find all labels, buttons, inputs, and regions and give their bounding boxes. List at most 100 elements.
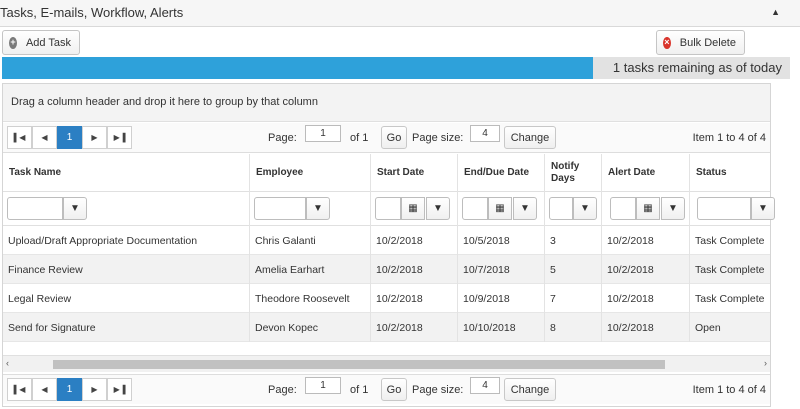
- filter-date-input[interactable]: [375, 197, 401, 220]
- calendar-icon[interactable]: ▦: [636, 197, 660, 220]
- filter-status: ▼: [689, 192, 775, 226]
- filter-icon[interactable]: ▼: [426, 197, 450, 220]
- scroll-left-icon[interactable]: ‹: [6, 358, 9, 368]
- cell-start-date: 10/2/2018: [370, 284, 457, 313]
- page-size-input[interactable]: 4: [470, 377, 500, 394]
- filter-date-input[interactable]: [462, 197, 488, 220]
- cell-end-date: 10/9/2018: [457, 284, 544, 313]
- filter-task-name: ▼: [3, 192, 249, 226]
- filter-icon[interactable]: ▼: [751, 197, 775, 220]
- page-of-label: of 1: [350, 384, 369, 396]
- grid-filter-row: ▼ ▼ ▦ ▼ ▦ ▼ ▼ ▦ ▼ ▼: [3, 192, 775, 226]
- filter-date-input[interactable]: [610, 197, 636, 220]
- filter-input[interactable]: [549, 197, 573, 220]
- cell-start-date: 10/2/2018: [370, 313, 457, 342]
- filter-input[interactable]: [697, 197, 751, 220]
- page-label: Page:: [268, 384, 297, 396]
- horizontal-scrollbar[interactable]: ‹ ›: [3, 355, 770, 372]
- cell-alert-date: 10/2/2018: [601, 313, 689, 342]
- scrollbar-thumb[interactable]: [53, 360, 665, 369]
- header-start-date[interactable]: Start Date: [370, 154, 457, 192]
- page-of-label: of 1: [350, 132, 369, 144]
- cell-task-name: Upload/Draft Appropriate Documentation: [8, 234, 198, 247]
- prev-page-icon[interactable]: ◀: [32, 126, 57, 149]
- cell-employee: Amelia Earhart: [249, 255, 370, 284]
- filter-input[interactable]: [254, 197, 306, 220]
- progress-text: 1 tasks remaining as of today: [612, 60, 782, 75]
- first-page-icon[interactable]: ▌◀: [7, 126, 32, 149]
- filter-employee: ▼: [249, 192, 370, 226]
- add-task-label: Add Task: [25, 36, 71, 49]
- collapse-icon[interactable]: ▲: [771, 7, 780, 17]
- go-button[interactable]: Go: [381, 378, 407, 401]
- header-notify-days[interactable]: Notify Days: [544, 154, 601, 192]
- go-button[interactable]: Go: [381, 126, 407, 149]
- plus-circle-icon: +: [9, 36, 17, 49]
- group-drop-area[interactable]: Drag a column header and drop it here to…: [3, 84, 770, 122]
- header-end-due-date[interactable]: End/Due Date: [457, 154, 544, 192]
- calendar-icon[interactable]: ▦: [488, 197, 512, 220]
- cell-status: Task Complete: [689, 255, 770, 284]
- cell-task-name: Send for Signature: [8, 321, 96, 334]
- x-circle-icon: ×: [663, 36, 671, 49]
- cell-alert-date: 10/2/2018: [601, 284, 689, 313]
- cell-status: Task Complete: [689, 226, 770, 255]
- page-input[interactable]: 1: [305, 377, 341, 394]
- header-task-name[interactable]: Task Name: [3, 154, 249, 192]
- cell-notify-days: 3: [544, 226, 601, 255]
- next-page-icon[interactable]: ▶: [82, 378, 107, 401]
- add-task-button[interactable]: + Add Task: [2, 30, 80, 55]
- cell-end-date: 10/7/2018: [457, 255, 544, 284]
- filter-notify-days: ▼: [544, 192, 601, 226]
- calendar-icon[interactable]: ▦: [401, 197, 425, 220]
- progress-fill: [2, 57, 593, 79]
- cell-start-date: 10/2/2018: [370, 226, 457, 255]
- page-size-input[interactable]: 4: [470, 125, 500, 142]
- cell-alert-date: 10/2/2018: [601, 255, 689, 284]
- next-page-icon[interactable]: ▶: [82, 126, 107, 149]
- page-size-label: Page size:: [412, 384, 464, 396]
- table-row[interactable]: Legal Review Theodore Roosevelt 10/2/201…: [3, 284, 770, 313]
- first-page-icon[interactable]: ▌◀: [7, 378, 32, 401]
- last-page-icon[interactable]: ▶▐: [107, 378, 132, 401]
- cell-status: Task Complete: [689, 284, 770, 313]
- cell-end-date: 10/10/2018: [457, 313, 544, 342]
- filter-icon[interactable]: ▼: [63, 197, 87, 220]
- filter-icon[interactable]: ▼: [306, 197, 330, 220]
- bulk-delete-label: Bulk Delete: [679, 36, 736, 49]
- filter-icon[interactable]: ▼: [573, 197, 597, 220]
- current-page-button[interactable]: 1: [57, 378, 82, 401]
- cell-task-name: Legal Review: [8, 292, 72, 305]
- cell-notify-days: 5: [544, 255, 601, 284]
- table-row[interactable]: Send for Signature Devon Kopec 10/2/2018…: [3, 313, 770, 342]
- panel-header[interactable]: Tasks, E-mails, Workflow, Alerts ▲: [0, 0, 800, 27]
- change-button[interactable]: Change: [504, 378, 556, 401]
- filter-icon[interactable]: ▼: [513, 197, 537, 220]
- cell-end-date: 10/5/2018: [457, 226, 544, 255]
- filter-input[interactable]: [7, 197, 63, 220]
- table-row[interactable]: Finance Review Amelia Earhart 10/2/2018 …: [3, 255, 770, 284]
- last-page-icon[interactable]: ▶▐: [107, 126, 132, 149]
- prev-page-icon[interactable]: ◀: [32, 378, 57, 401]
- filter-start-date: ▦ ▼: [370, 192, 457, 226]
- grid-header-row: Task Name Employee Start Date End/Due Da…: [3, 154, 770, 192]
- group-hint: Drag a column header and drop it here to…: [11, 96, 318, 108]
- cell-status: Open: [689, 313, 770, 342]
- scroll-right-icon[interactable]: ›: [764, 358, 767, 368]
- cell-alert-date: 10/2/2018: [601, 226, 689, 255]
- cell-notify-days: 7: [544, 284, 601, 313]
- header-alert-date[interactable]: Alert Date: [601, 154, 689, 192]
- filter-icon[interactable]: ▼: [661, 197, 685, 220]
- pager-bottom: ▌◀ ◀ 1 ▶ ▶▐ Page: 1 of 1 Go Page size: 4…: [3, 374, 770, 404]
- panel-title: Tasks, E-mails, Workflow, Alerts: [0, 5, 184, 20]
- table-row[interactable]: Upload/Draft Appropriate Documentation C…: [3, 226, 770, 255]
- page-input[interactable]: 1: [305, 125, 341, 142]
- page-size-label: Page size:: [412, 132, 464, 144]
- pager-top: ▌◀ ◀ 1 ▶ ▶▐ Page: 1 of 1 Go Page size: 4…: [3, 123, 770, 153]
- header-status[interactable]: Status: [689, 154, 770, 192]
- bulk-delete-button[interactable]: × Bulk Delete: [656, 30, 745, 55]
- change-button[interactable]: Change: [504, 126, 556, 149]
- current-page-button[interactable]: 1: [57, 126, 82, 149]
- header-employee[interactable]: Employee: [249, 154, 370, 192]
- pager-info: Item 1 to 4 of 4: [692, 384, 766, 396]
